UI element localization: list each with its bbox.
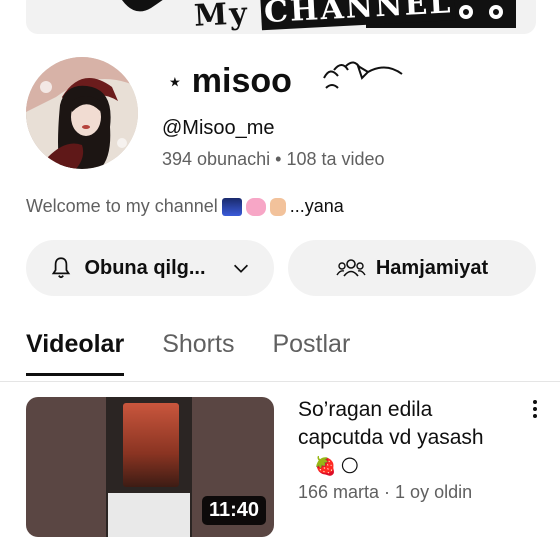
video-duration: 11:40: [201, 496, 266, 525]
subscriber-count: 394 obunachi: [162, 149, 271, 169]
thumbnail-keyboard: [108, 493, 190, 537]
subscribe-button[interactable]: Obuna qilg...: [26, 240, 274, 296]
night-sky-emoji-icon: [221, 197, 242, 216]
video-title-emojis: 🍓 🌕: [314, 456, 359, 477]
tab-postlar[interactable]: Postlar: [272, 330, 350, 376]
ribbon-emoji-icon: [245, 197, 266, 216]
star-icon: ⋆: [168, 68, 182, 94]
channel-description[interactable]: Welcome to my channel ...yana: [26, 196, 344, 217]
strawberry-emoji-icon: 🍓: [314, 456, 337, 476]
video-count: 108 ta video: [286, 149, 385, 169]
tab-videolar[interactable]: Videolar: [26, 330, 125, 376]
avatar-image-icon: [26, 57, 138, 169]
stats-separator: •: [275, 149, 282, 169]
chevron-down-icon: [233, 264, 248, 273]
pointing-hand-emoji-icon: [269, 197, 286, 216]
channel-title: misoo: [191, 62, 292, 100]
channel-handle: @Misoo_me: [162, 117, 275, 139]
description-more-link[interactable]: ...yana: [290, 196, 344, 217]
channel-name: ⋆ misoo: [168, 62, 292, 101]
moon-emoji-icon: 🌕: [340, 456, 360, 476]
channel-banner: My CHANNEL: [26, 0, 536, 34]
bell-icon: [52, 257, 71, 279]
video-meta: 166 marta · 1 oy oldin: [298, 482, 473, 502]
description-text: Welcome to my channel: [26, 196, 218, 216]
thumbnail-screen: [123, 403, 179, 487]
tabs-divider: [0, 381, 560, 382]
people-icon: [336, 259, 366, 277]
channel-tabs: Videolar Shorts Postlar: [26, 330, 350, 376]
community-button[interactable]: Hamjamiyat: [288, 240, 536, 296]
community-label: Hamjamiyat: [375, 256, 489, 279]
doodle-decoration-icon: [323, 61, 403, 89]
channel-stats: 394 obunachi • 108 ta video: [162, 149, 385, 170]
video-thumbnail[interactable]: 11:40: [26, 397, 274, 537]
more-vertical-icon[interactable]: [528, 398, 542, 420]
channel-avatar[interactable]: [26, 57, 138, 169]
tab-shorts[interactable]: Shorts: [162, 330, 234, 376]
video-title[interactable]: So’ragan edila capcutda vd yasash: [298, 396, 518, 452]
subscribe-label: Obuna qilg...: [84, 256, 206, 279]
